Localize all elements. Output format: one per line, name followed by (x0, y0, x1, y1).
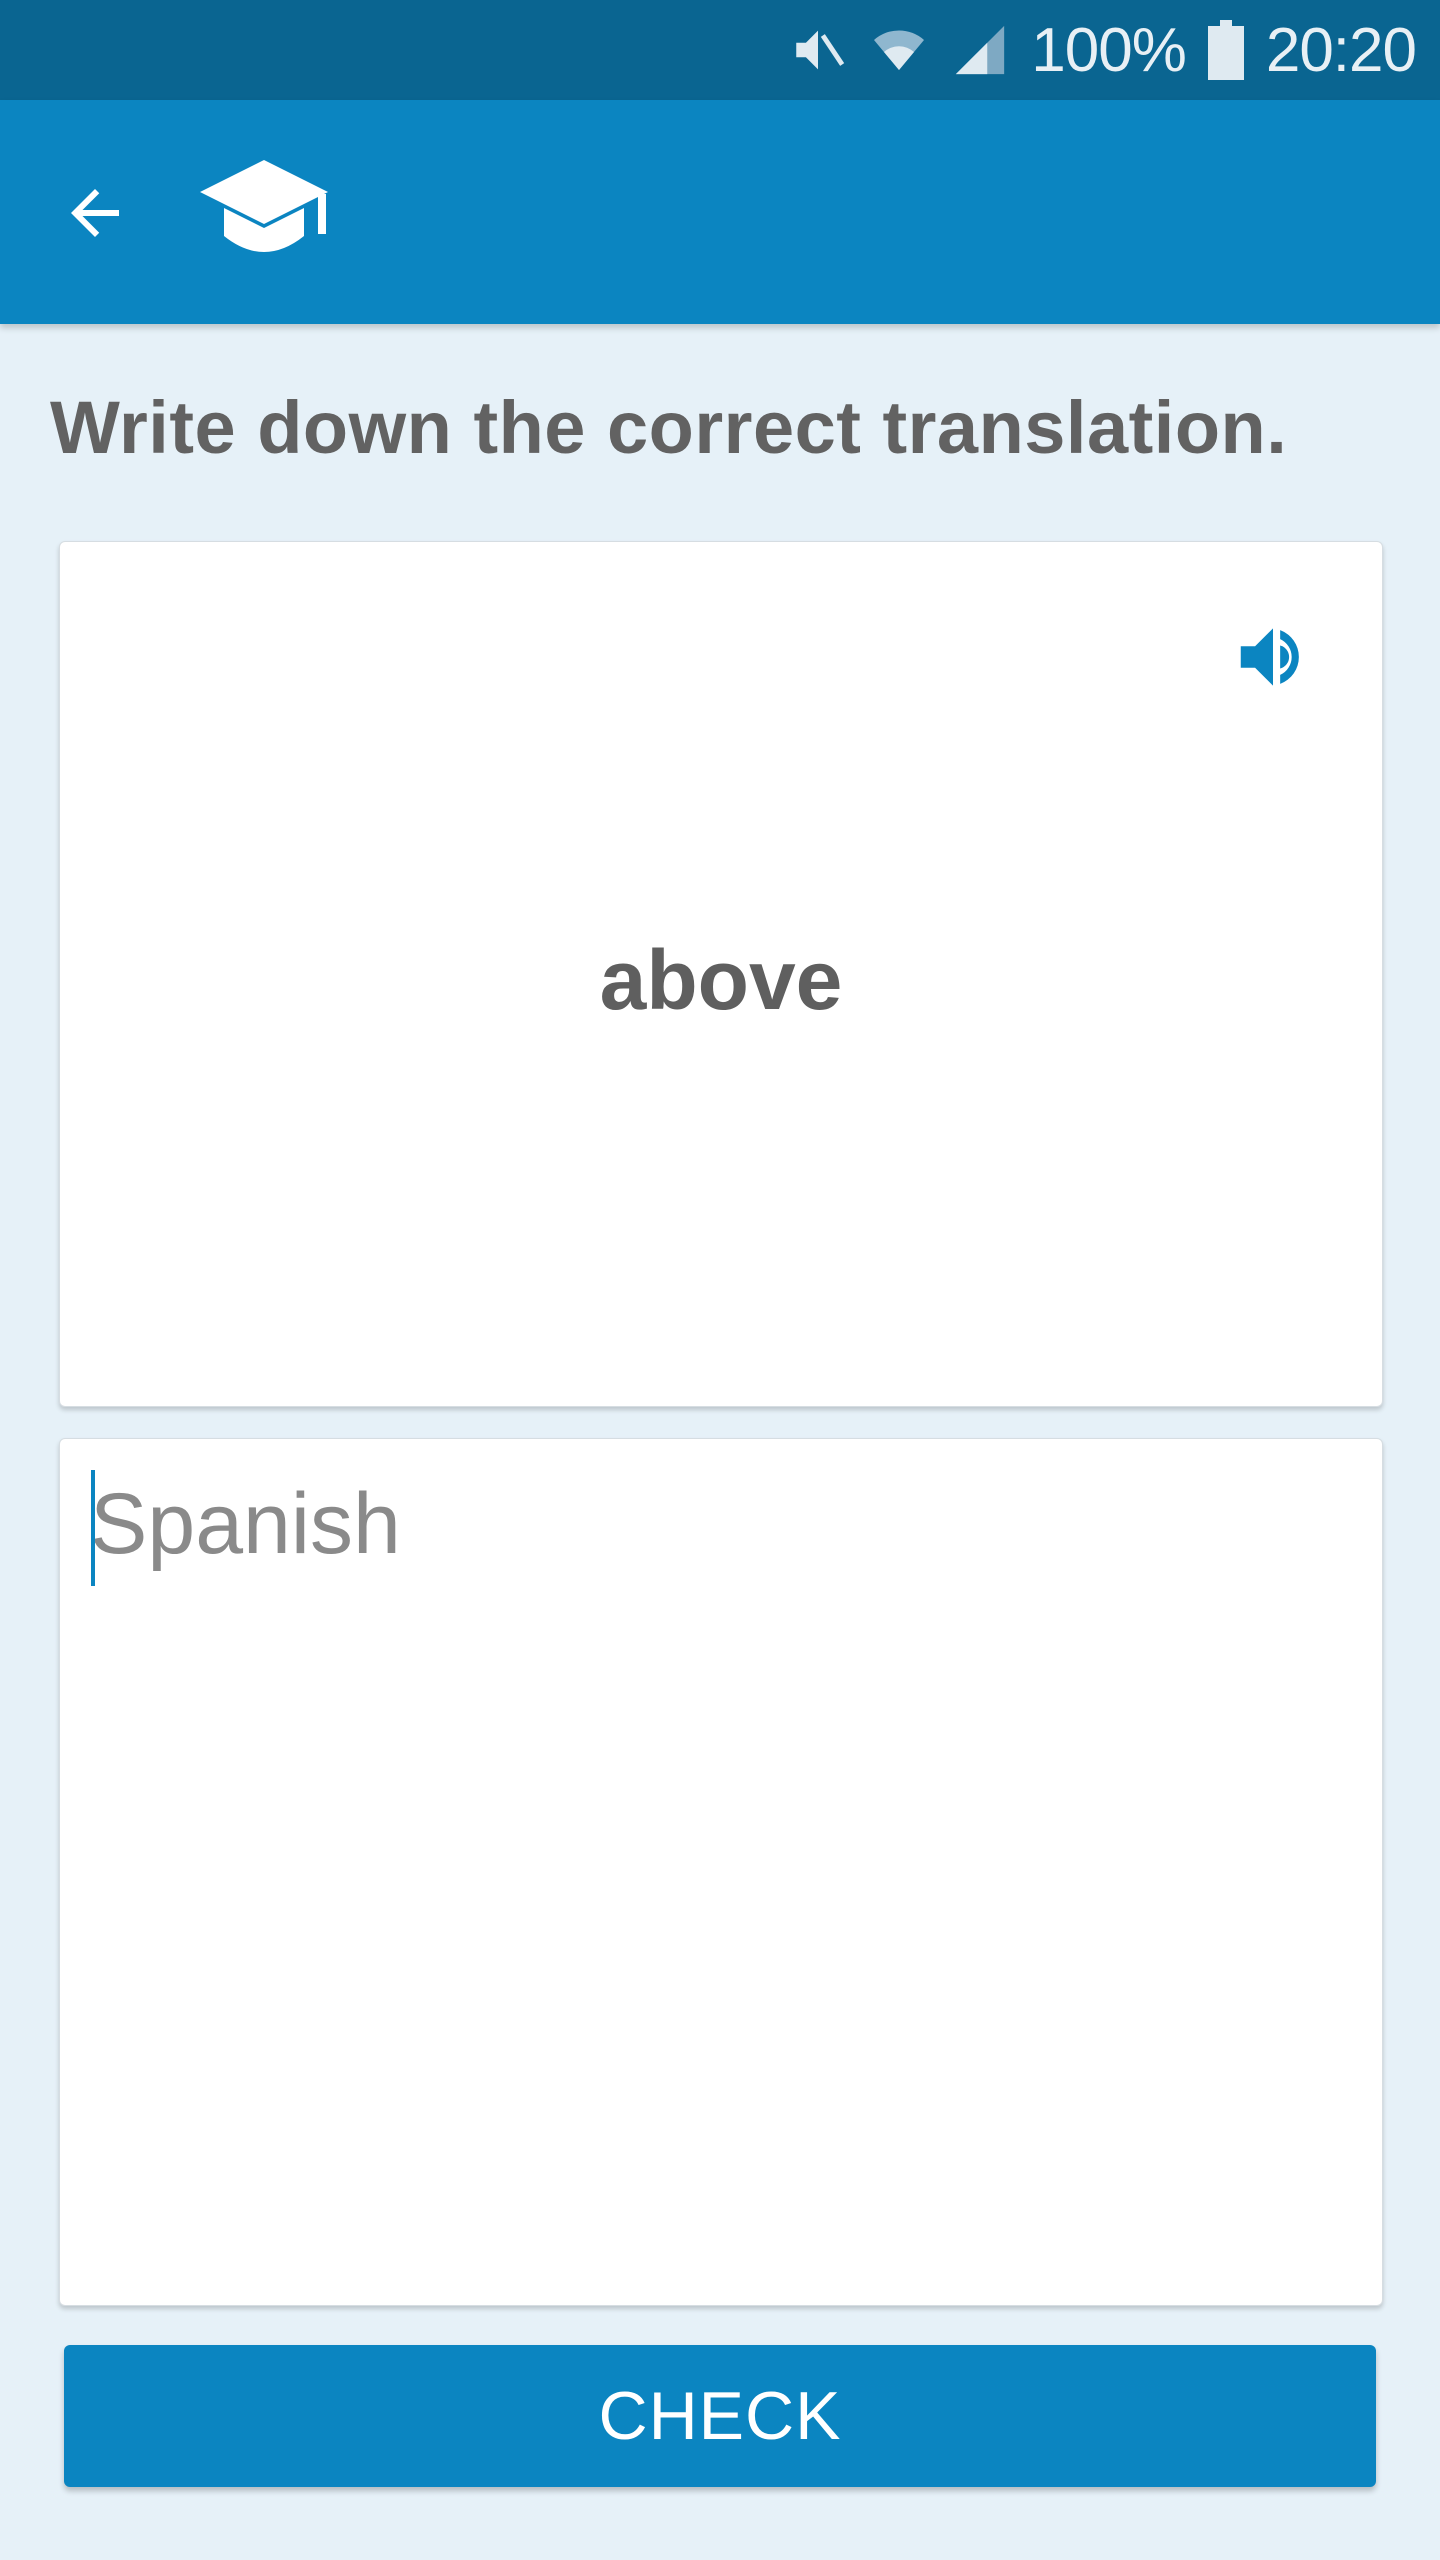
mute-icon (789, 21, 847, 79)
translation-input[interactable] (90, 1469, 1350, 2269)
wifi-icon (869, 20, 929, 80)
instruction-text: Write down the correct translation. (50, 386, 1288, 469)
graduation-cap-icon (196, 152, 332, 272)
text-cursor (91, 1470, 95, 1586)
signal-icon (951, 21, 1009, 79)
battery-percent: 100% (1031, 15, 1187, 85)
battery-icon (1207, 20, 1244, 80)
status-icons: 100% 20:20 (789, 0, 1417, 100)
prompt-word: above (599, 933, 843, 1027)
clock: 20:20 (1265, 15, 1417, 85)
back-button[interactable] (40, 160, 150, 270)
answer-card (59, 1438, 1383, 2306)
back-arrow-icon (59, 177, 131, 254)
speaker-icon[interactable] (1230, 614, 1316, 700)
check-button[interactable]: CHECK (64, 2345, 1376, 2487)
status-bar: 100% 20:20 (0, 0, 1440, 100)
app-bar (0, 100, 1440, 324)
word-card: above (59, 541, 1383, 1407)
